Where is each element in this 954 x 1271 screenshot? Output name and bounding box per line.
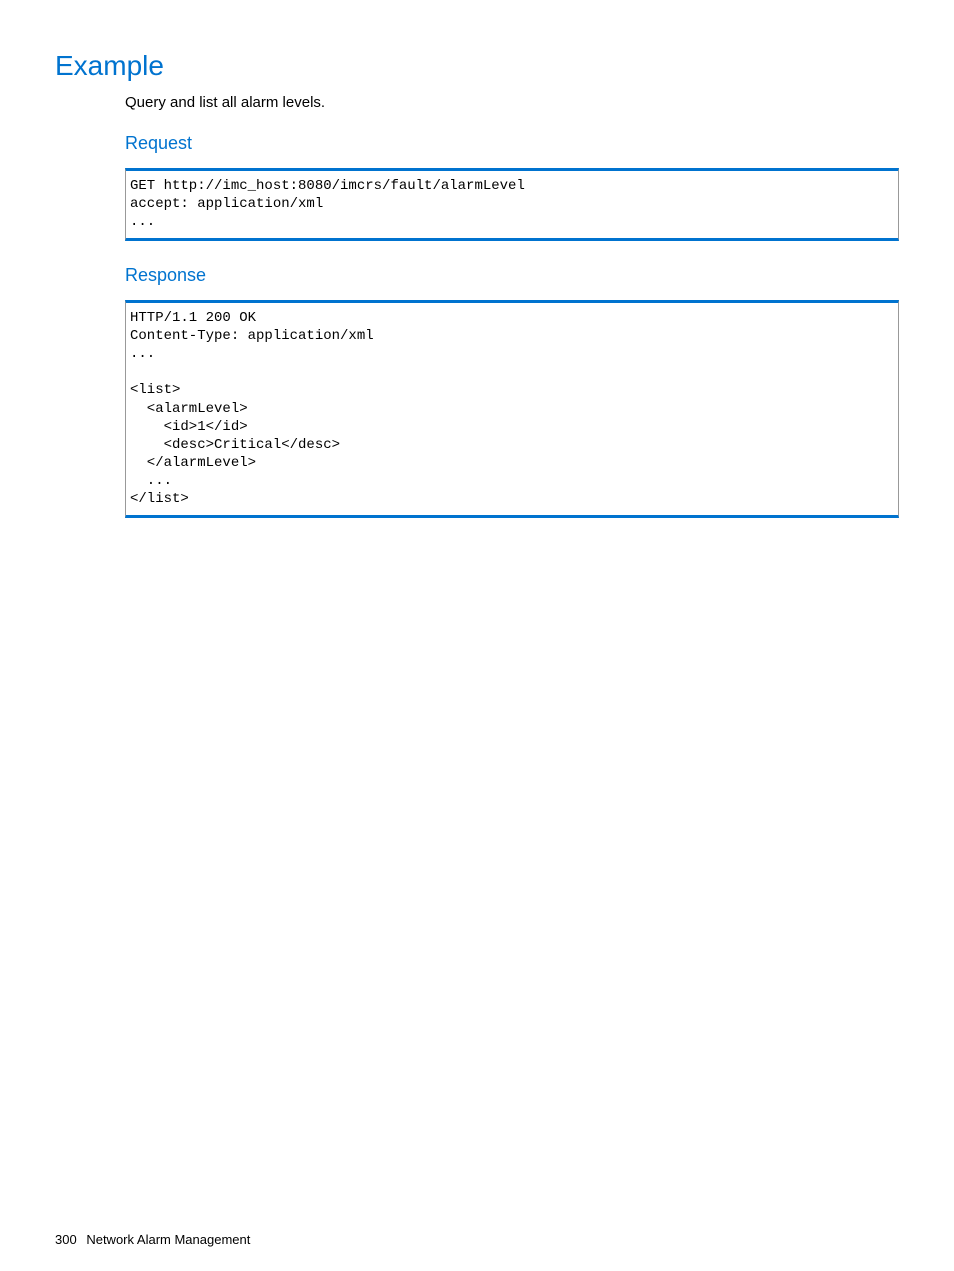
- heading-request: Request: [125, 133, 899, 154]
- heading-response: Response: [125, 265, 899, 286]
- footer-page-number: 300: [55, 1232, 77, 1247]
- response-code-block: HTTP/1.1 200 OK Content-Type: applicatio…: [125, 300, 899, 518]
- footer-section-title: Network Alarm Management: [86, 1232, 250, 1247]
- description-text: Query and list all alarm levels.: [125, 94, 899, 111]
- page-footer: 300 Network Alarm Management: [55, 1232, 250, 1247]
- heading-example: Example: [55, 50, 899, 82]
- request-code-block: GET http://imc_host:8080/imcrs/fault/ala…: [125, 168, 899, 241]
